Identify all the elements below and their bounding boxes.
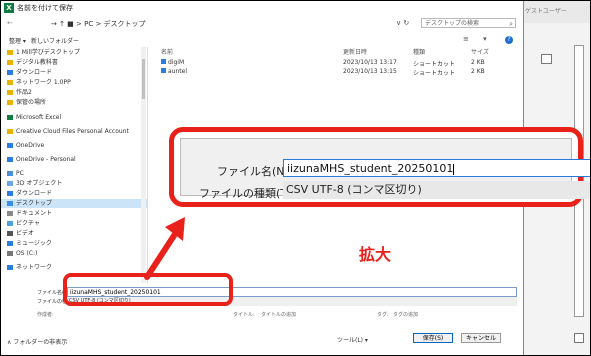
network-icon bbox=[7, 265, 13, 270]
cloud-icon bbox=[7, 157, 13, 162]
sidebar-item[interactable]: ダウンロード bbox=[7, 189, 52, 198]
scroll-down-button[interactable] bbox=[574, 333, 584, 343]
sidebar-item[interactable]: ミュージック bbox=[7, 239, 52, 248]
zoom-filename-label: ファイル名(N): bbox=[217, 165, 293, 178]
download-icon bbox=[7, 70, 13, 75]
sidebar-item[interactable]: ピクチャ bbox=[7, 219, 40, 228]
sidebar-item[interactable]: ドキュメント bbox=[7, 209, 52, 218]
excel-icon bbox=[7, 115, 13, 120]
sidebar-item[interactable]: Microsoft Excel bbox=[7, 113, 61, 122]
zoom-filetype-select[interactable]: CSV UTF-8 (コンマ区切り) bbox=[283, 181, 590, 199]
breadcrumb[interactable]: → ↑ ■ > PC > デスクトップ bbox=[51, 19, 371, 29]
sidebar-item[interactable]: 作品2 bbox=[7, 88, 32, 97]
address-bar: ← → ↑ ■ > PC > デスクトップ ∨ ↻ デスクトップの検索 ⌕ bbox=[1, 15, 523, 33]
background-titlebar: ゲストユーザー bbox=[523, 1, 590, 23]
column-header-name[interactable]: 名前 bbox=[161, 47, 173, 56]
sidebar-item[interactable]: 1 Mill学びデスクトップ bbox=[7, 48, 80, 57]
hide-folders-button[interactable]: ∧ フォルダーの非表示 bbox=[7, 337, 67, 346]
sidebar-item[interactable]: デジタル教科書 bbox=[7, 58, 58, 67]
save-button[interactable]: 保存(S) bbox=[413, 333, 453, 343]
folder-icon bbox=[7, 129, 13, 134]
cancel-button[interactable]: キャンセル bbox=[461, 333, 501, 343]
tags-field[interactable]: タグの追加 bbox=[393, 311, 418, 318]
zoom-filename-input[interactable]: iizunaMHS_student_20250101 bbox=[283, 159, 590, 177]
column-header-type[interactable]: 種類 bbox=[413, 47, 425, 56]
sidebar-scroll-thumb[interactable] bbox=[142, 59, 145, 99]
zoom-callout: ファイル名(N): iizunaMHS_student_20250101 ファイ… bbox=[169, 127, 590, 207]
sidebar-item[interactable]: Creative Cloud Files Personal Account bbox=[7, 127, 129, 136]
dialog-footer: ∧ フォルダーの非表示 ツール(L) ▾ 保存(S) キャンセル bbox=[1, 329, 523, 355]
title-field[interactable]: タイトルの追加 bbox=[261, 311, 296, 318]
text-cursor bbox=[453, 163, 455, 175]
account-name: ゲストユーザー bbox=[525, 8, 567, 15]
column-header-date[interactable]: 更新日時 bbox=[343, 47, 367, 56]
dialog-titlebar: X 名前を付けて保存 bbox=[1, 1, 523, 15]
screenshot-frame: ゲストユーザー X 名前を付けて保存 ← → ↑ ■ > PC > デスクトップ… bbox=[0, 0, 591, 356]
folder-icon bbox=[7, 60, 13, 65]
search-icon: ⌕ bbox=[509, 20, 513, 28]
cloud-icon bbox=[7, 143, 13, 148]
pc-icon bbox=[7, 171, 13, 176]
back-forward-icon[interactable]: ← bbox=[7, 19, 16, 27]
sidebar-item[interactable]: 保管の場所 bbox=[7, 98, 46, 107]
cube-icon bbox=[7, 181, 13, 186]
shortcut-icon bbox=[161, 68, 166, 73]
command-bar: 整理 ▾ 新しいフォルダー ≡ ▾ ? bbox=[1, 34, 523, 46]
music-icon bbox=[7, 241, 13, 246]
dialog-title: 名前を付けて保存 bbox=[17, 4, 73, 12]
file-row[interactable]: digiM 2023/10/13 13:17 ショートカット 2 KB bbox=[151, 59, 521, 68]
navigation-pane: 1 Mill学びデスクトップ デジタル教科書 ダウンロード ネットワーク 1.0… bbox=[1, 47, 148, 283]
search-input[interactable]: デスクトップの検索 ⌕ bbox=[421, 18, 516, 28]
collapse-ribbon-button[interactable] bbox=[541, 54, 552, 64]
sidebar-item[interactable]: OneDrive bbox=[7, 141, 44, 150]
callout-arrow-icon bbox=[144, 217, 185, 280]
sidebar-item[interactable]: ダウンロード bbox=[7, 68, 52, 77]
sidebar-item[interactable]: ビデオ bbox=[7, 229, 34, 238]
desktop-icon bbox=[7, 201, 13, 206]
folder-icon bbox=[7, 80, 13, 85]
tools-dropdown[interactable]: ツール(L) ▾ bbox=[337, 335, 368, 344]
drive-icon bbox=[7, 251, 13, 256]
picture-icon bbox=[7, 221, 13, 226]
sidebar-item[interactable]: PC bbox=[7, 169, 24, 178]
sidebar-item-selected[interactable]: デスクトップ bbox=[1, 199, 147, 208]
shortcut-icon bbox=[161, 59, 166, 64]
column-header-size[interactable]: サイズ bbox=[471, 47, 489, 56]
sidebar-item[interactable]: ネットワーク 1.0PP bbox=[7, 78, 71, 87]
help-icon[interactable]: ? bbox=[505, 36, 513, 44]
organize-button[interactable]: 整理 ▾ bbox=[9, 36, 26, 45]
zoom-caption: 拡大 bbox=[359, 245, 392, 264]
folder-icon bbox=[7, 50, 13, 55]
document-icon bbox=[7, 211, 13, 216]
sidebar-item[interactable]: 3D オブジェクト bbox=[7, 179, 62, 188]
new-folder-button[interactable]: 新しいフォルダー bbox=[31, 36, 79, 45]
video-icon bbox=[7, 231, 13, 236]
file-row[interactable]: auntel 2023/10/13 13:15 ショートカット 2 KB bbox=[151, 68, 521, 77]
folder-icon bbox=[7, 90, 13, 95]
sidebar-item[interactable]: OneDrive - Personal bbox=[7, 155, 76, 164]
folder-icon bbox=[7, 100, 13, 105]
sidebar-item[interactable]: ネットワーク bbox=[7, 263, 52, 272]
refresh-icon[interactable]: ∨ ↻ bbox=[396, 19, 409, 27]
download-icon bbox=[7, 191, 13, 196]
excel-icon: X bbox=[4, 3, 14, 13]
view-options-icon[interactable]: ≡ ▾ bbox=[463, 35, 493, 43]
sidebar-item[interactable]: OS (C:) bbox=[7, 249, 37, 258]
zoom-panel: ファイル名(N): iizunaMHS_student_20250101 ファイ… bbox=[180, 138, 590, 200]
search-placeholder: デスクトップの検索 bbox=[425, 20, 480, 27]
zoom-filetype-label: ファイルの種類(T): bbox=[199, 187, 296, 200]
